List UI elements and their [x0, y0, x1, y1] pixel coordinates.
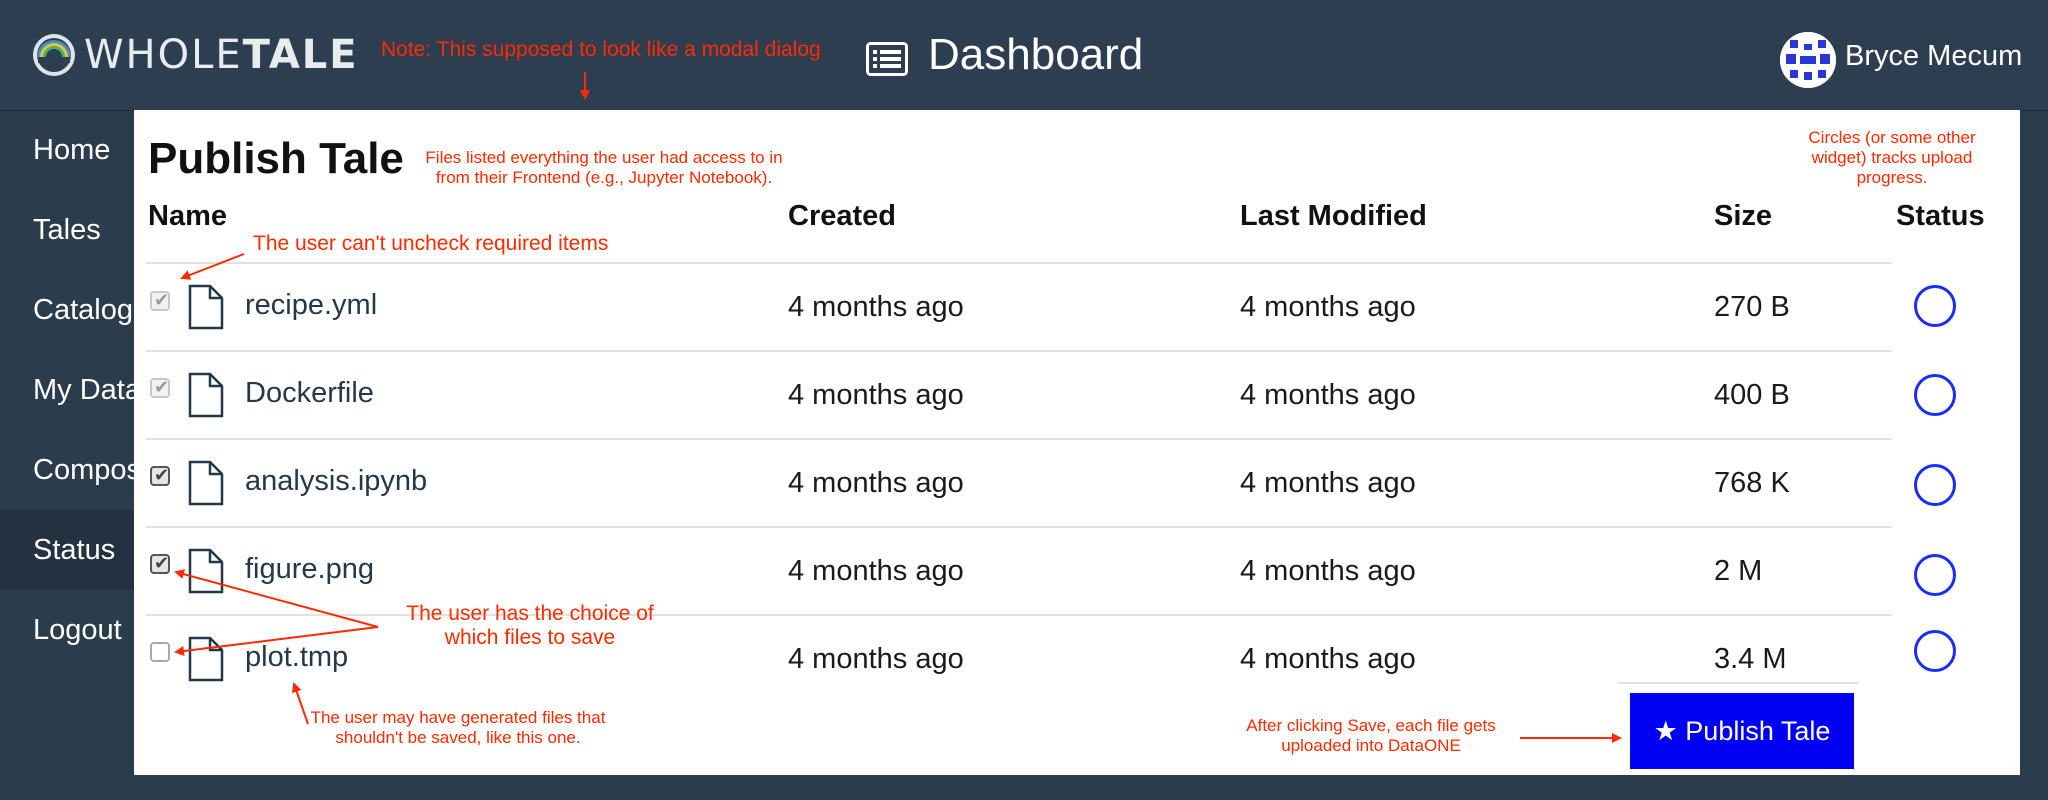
required-note-arrow [180, 253, 245, 280]
choice-note-arrow-lower [174, 626, 379, 656]
generated-note-arrow [291, 682, 309, 725]
annotation-arrows [174, 72, 1622, 743]
choice-note-arrow-upper [174, 569, 379, 628]
